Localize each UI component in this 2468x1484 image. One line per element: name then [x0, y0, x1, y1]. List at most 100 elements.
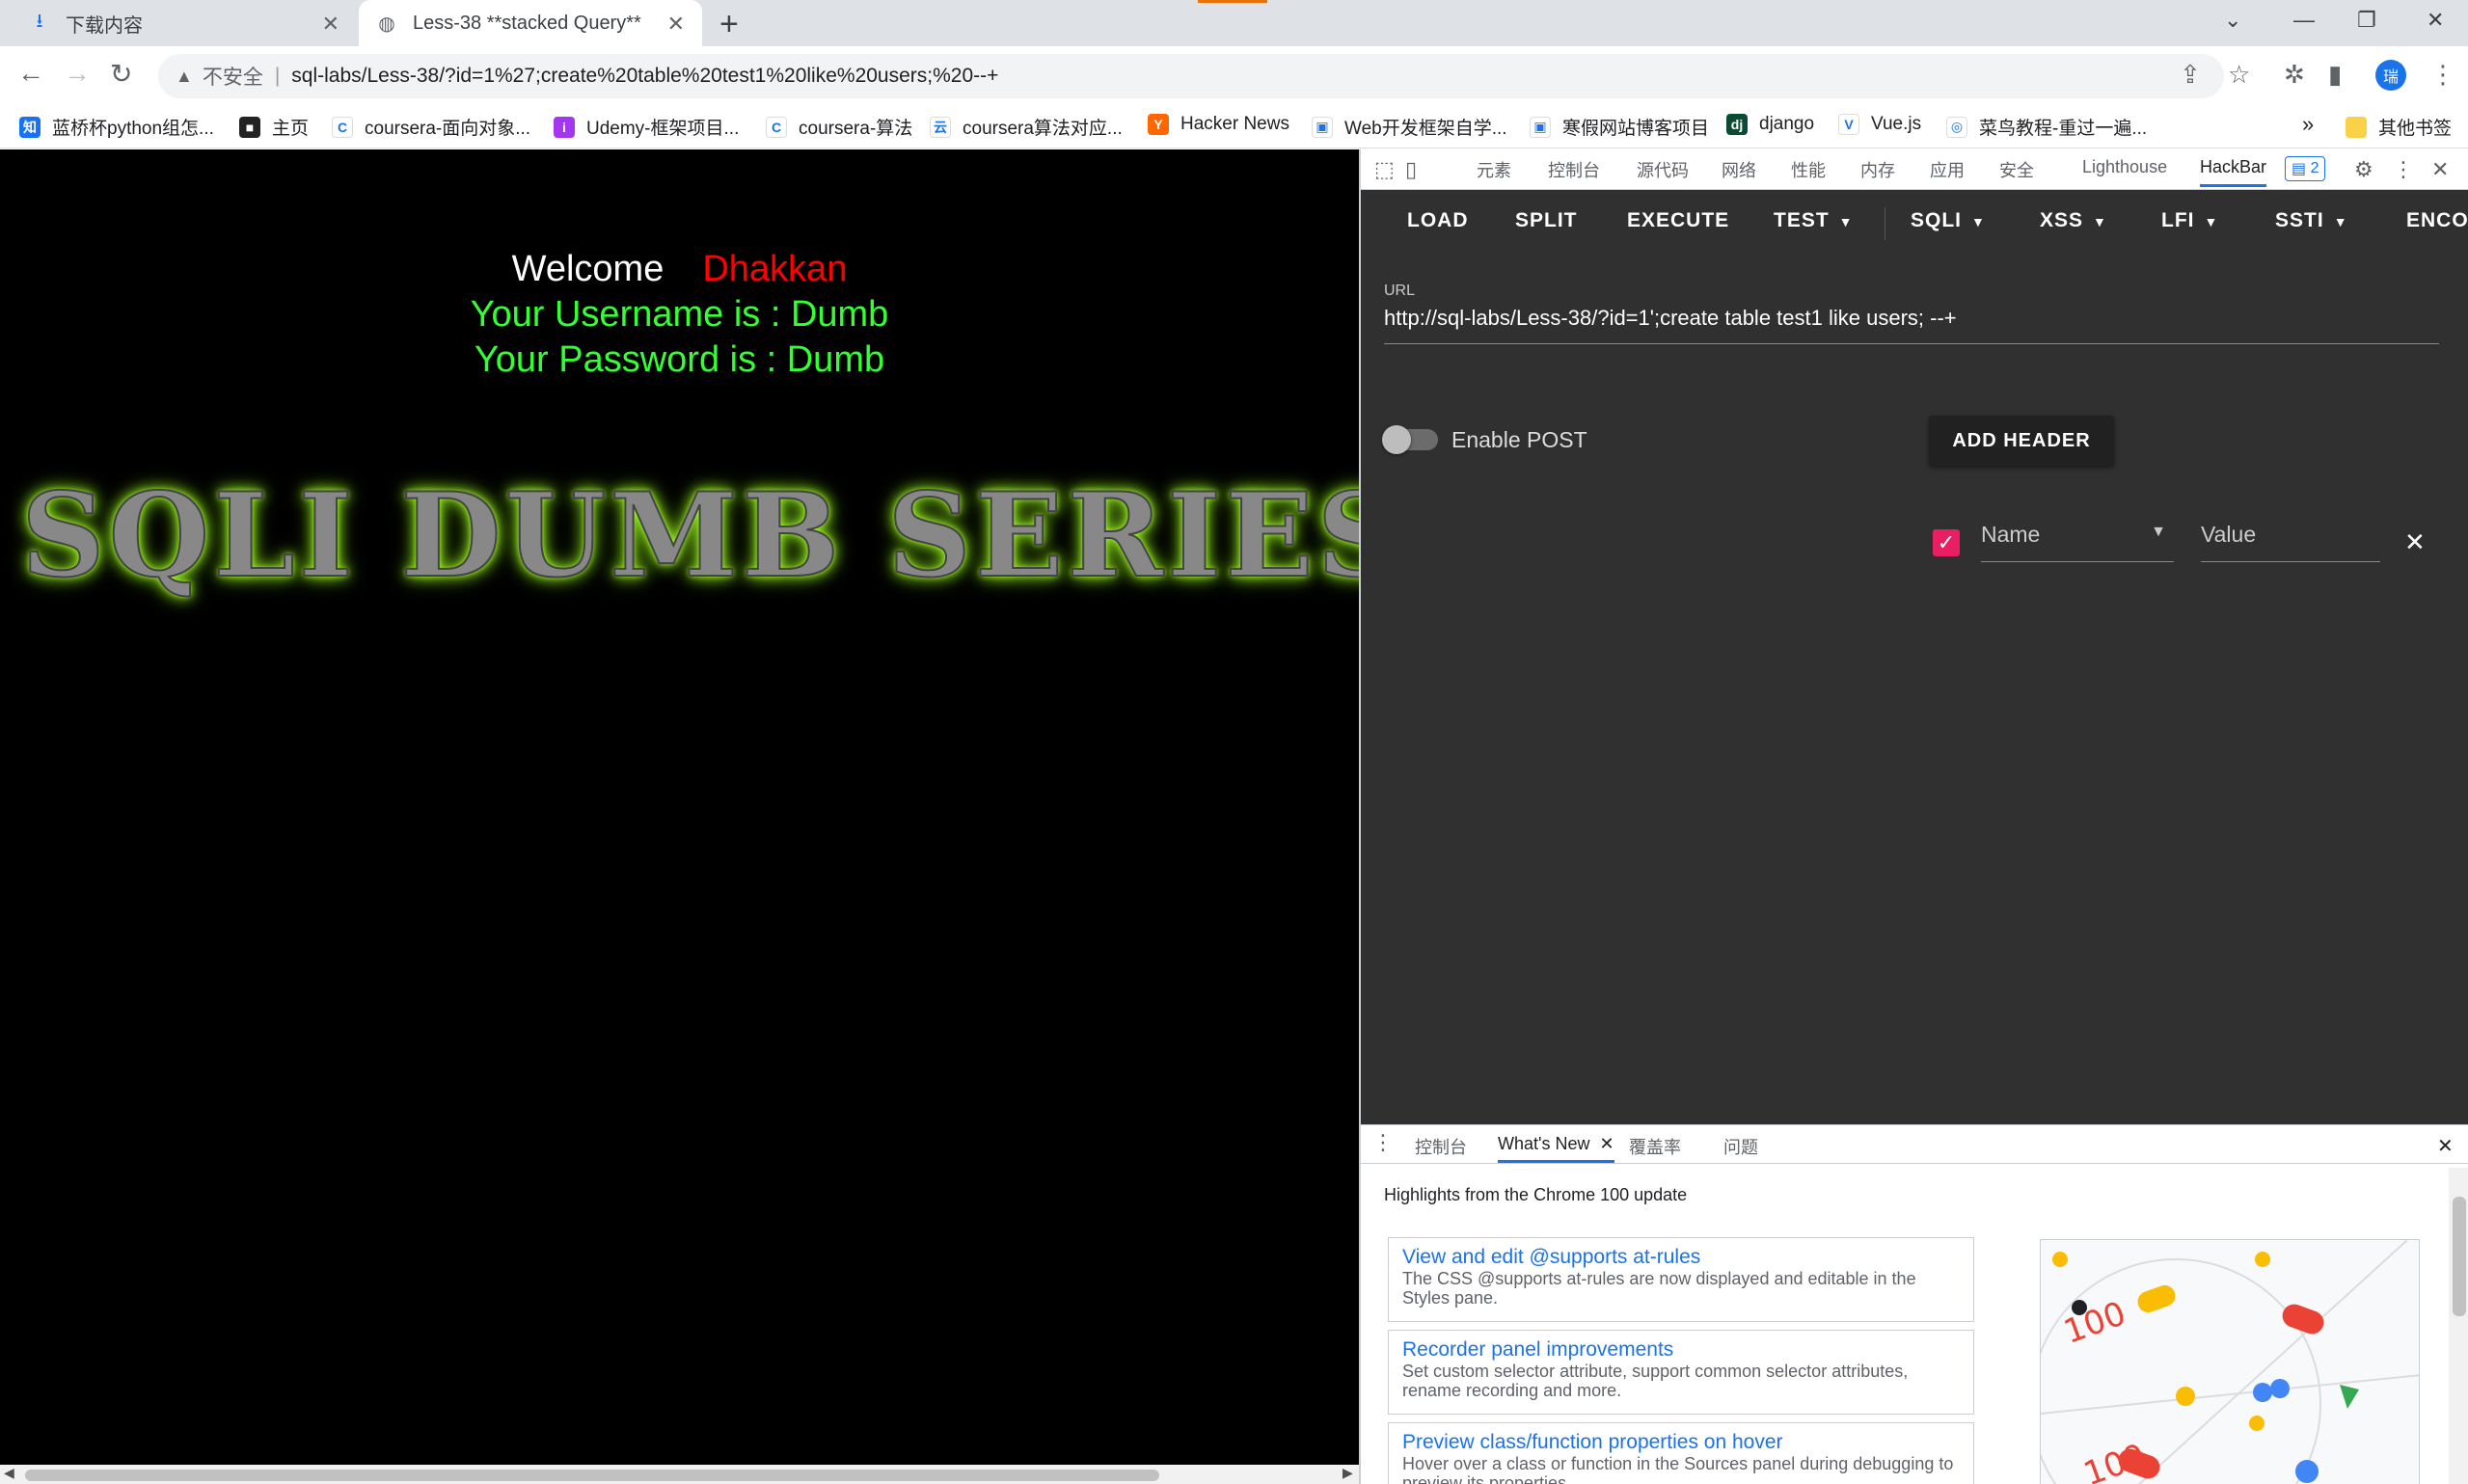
bookmark-item[interactable]: i Udemy-框架项目... [554, 114, 739, 140]
close-tab-icon[interactable]: ✕ [1599, 1134, 1614, 1153]
bookmark-label: Vue.js [1871, 114, 1922, 134]
feature-card[interactable]: Recorder panel improvements Set custom s… [1388, 1330, 1974, 1415]
bookmark-item[interactable]: Ccoursera-面向对象... [332, 114, 530, 140]
extensions-icon[interactable]: ✲ [2284, 60, 2305, 90]
forward-icon[interactable]: → [64, 58, 91, 89]
feature-card[interactable]: Preview class/function properties on hov… [1388, 1422, 1974, 1484]
bookmark-item[interactable]: Ccoursera-算法 [766, 114, 912, 140]
bookmark-star-icon[interactable]: ☆ [2228, 60, 2250, 90]
download-icon: ⭳ [36, 11, 43, 32]
split-button[interactable]: SPLIT [1515, 209, 1578, 232]
bookmark-item[interactable]: ◎ 菜鸟教程-重过一遍... [1946, 114, 2147, 140]
avatar[interactable]: 瑞 [2375, 60, 2406, 91]
drawer-tab-whats-new[interactable]: What's New ✕ [1498, 1134, 1614, 1163]
vue-icon: V [1838, 114, 1859, 135]
side-panel-icon[interactable]: ▮ [2328, 60, 2342, 90]
drawer-scrollbar[interactable] [2449, 1168, 2468, 1484]
bookmark-label: 主页 [272, 119, 310, 139]
tab-search-icon[interactable]: ⌄ [2224, 8, 2241, 33]
enable-post-toggle[interactable] [1382, 425, 1438, 454]
xss-button[interactable]: XSS ▼ [2040, 209, 2107, 232]
bookmark-item[interactable]: V Vue.js [1838, 114, 1921, 135]
address-bar[interactable]: ▲ 不安全 | sql-labs/Less-38/?id=1%27;create… [158, 54, 2224, 98]
bookmarks-overflow-icon[interactable]: » [2302, 112, 2314, 137]
issues-badge[interactable]: ▤ 2 [2285, 156, 2326, 181]
hackbar-url-input[interactable]: http://sql-labs/Less-38/?id=1';create ta… [1384, 306, 2439, 344]
devtools-tab-hackbar[interactable]: HackBar [2200, 157, 2267, 187]
scrollbar-thumb[interactable] [2453, 1197, 2466, 1316]
scroll-right-icon[interactable]: ▶ [1342, 1465, 1353, 1481]
close-drawer-icon[interactable]: ✕ [2437, 1134, 2454, 1158]
test-button[interactable]: TEST ▼ [1774, 209, 1854, 232]
username-line: Your Username is : Dumb [470, 294, 889, 335]
tab-less-38[interactable]: ◍ Less-38 **stacked Query** ✕ [359, 0, 702, 46]
bookmark-item[interactable]: dj django [1726, 114, 1814, 135]
close-devtools-icon[interactable]: ✕ [2431, 157, 2449, 182]
tab-title: Less-38 **stacked Query** [413, 12, 641, 34]
close-tab-icon[interactable]: ✕ [667, 12, 685, 37]
execute-button[interactable]: EXECUTE [1627, 209, 1729, 232]
devtools-tab-elements[interactable]: 元素 [1477, 157, 1511, 182]
user-name: Dhakkan [702, 249, 848, 289]
horizontal-scrollbar[interactable]: ◀ ▶ [0, 1465, 1359, 1484]
header-enabled-checkbox[interactable]: ✓ [1933, 529, 1960, 556]
remove-header-icon[interactable]: ✕ [2404, 527, 2426, 557]
bookmark-item[interactable]: ▣ Web开发框架自学... [1312, 114, 1507, 140]
bookmark-item[interactable]: ■ 主页 [239, 114, 309, 140]
devtools-tab-performance[interactable]: 性能 [1791, 157, 1826, 182]
add-header-button[interactable]: ADD HEADER [1929, 416, 2114, 466]
restore-icon[interactable]: ❐ [2357, 8, 2376, 33]
whats-new-label: What's New [1498, 1134, 1590, 1153]
drawer-tab-issues[interactable]: 问题 [1723, 1134, 1758, 1159]
lfi-button[interactable]: LFI ▼ [2161, 209, 2218, 232]
devtools-tab-application[interactable]: 应用 [1930, 157, 1965, 182]
drawer-tab-coverage[interactable]: 覆盖率 [1629, 1134, 1681, 1159]
other-bookmarks[interactable]: ▇ 其他书签 [2346, 114, 2452, 140]
minimize-icon[interactable]: — [2293, 8, 2315, 33]
feature-card-title[interactable]: View and edit @supports at-rules [1402, 1246, 1960, 1269]
warning-icon[interactable]: ▲ [176, 67, 193, 87]
encode-button[interactable]: ENCO [2406, 209, 2468, 232]
tab-downloads[interactable]: ⭳ 下载内容 ✕ [0, 0, 357, 46]
bookmark-item[interactable]: 知蓝桥杯python组怎... [19, 114, 214, 140]
feature-card[interactable]: View and edit @supports at-rules The CSS… [1388, 1237, 1974, 1322]
security-label[interactable]: 不安全 [203, 62, 263, 91]
close-tab-icon[interactable]: ✕ [322, 12, 339, 37]
load-button[interactable]: LOAD [1407, 209, 1469, 232]
folder-icon: ▇ [2346, 116, 2367, 138]
devtools-tab-lighthouse[interactable]: Lighthouse [2082, 157, 2167, 177]
back-icon[interactable]: ← [17, 58, 44, 89]
devtools-tab-security[interactable]: 安全 [1999, 157, 2034, 182]
header-name-select[interactable]: Name ▼ [1981, 522, 2174, 562]
inspect-element-icon[interactable]: ⬚ [1374, 157, 1395, 182]
sqli-label: SQLI [1911, 209, 1963, 231]
device-toolbar-icon[interactable]: ▯ [1405, 157, 1417, 182]
window-close-icon[interactable]: ✕ [2427, 8, 2444, 33]
url-text[interactable]: sql-labs/Less-38/?id=1%27;create%20table… [291, 65, 998, 88]
bookmark-item[interactable]: Y Hacker News [1148, 114, 1289, 135]
reload-icon[interactable]: ↻ [110, 58, 132, 90]
issues-icon: ▤ [2292, 161, 2307, 177]
bilibili-icon: ▣ [1530, 116, 1551, 138]
sqli-button[interactable]: SQLI ▼ [1911, 209, 1986, 232]
execute-label: EXECUTE [1627, 209, 1730, 231]
share-icon[interactable]: ⇪ [2180, 60, 2201, 90]
devtools-tab-network[interactable]: 网络 [1722, 157, 1756, 182]
scrollbar-thumb[interactable] [25, 1470, 1159, 1481]
header-value-input[interactable]: Value [2201, 522, 2380, 562]
scroll-left-icon[interactable]: ◀ [4, 1465, 14, 1481]
drawer-menu-icon[interactable]: ⋮ [1372, 1130, 1394, 1155]
gear-icon[interactable]: ⚙ [2354, 157, 2373, 182]
more-options-icon[interactable]: ⋮ [2393, 157, 2414, 182]
feature-card-title[interactable]: Preview class/function properties on hov… [1402, 1431, 1960, 1454]
menu-icon[interactable]: ⋮ [2430, 60, 2455, 90]
devtools-tab-console[interactable]: 控制台 [1548, 157, 1600, 182]
drawer-tab-console[interactable]: 控制台 [1415, 1134, 1467, 1159]
devtools-tab-sources[interactable]: 源代码 [1637, 157, 1689, 182]
bookmark-item[interactable]: 云 coursera算法对应... [930, 114, 1123, 140]
bookmark-item[interactable]: ▣ 寒假网站博客项目 [1530, 114, 1709, 140]
feature-card-title[interactable]: Recorder panel improvements [1402, 1338, 1960, 1362]
devtools-tab-memory[interactable]: 内存 [1860, 157, 1895, 182]
new-tab-icon[interactable]: + [719, 6, 739, 43]
ssti-button[interactable]: SSTI ▼ [2275, 209, 2348, 232]
